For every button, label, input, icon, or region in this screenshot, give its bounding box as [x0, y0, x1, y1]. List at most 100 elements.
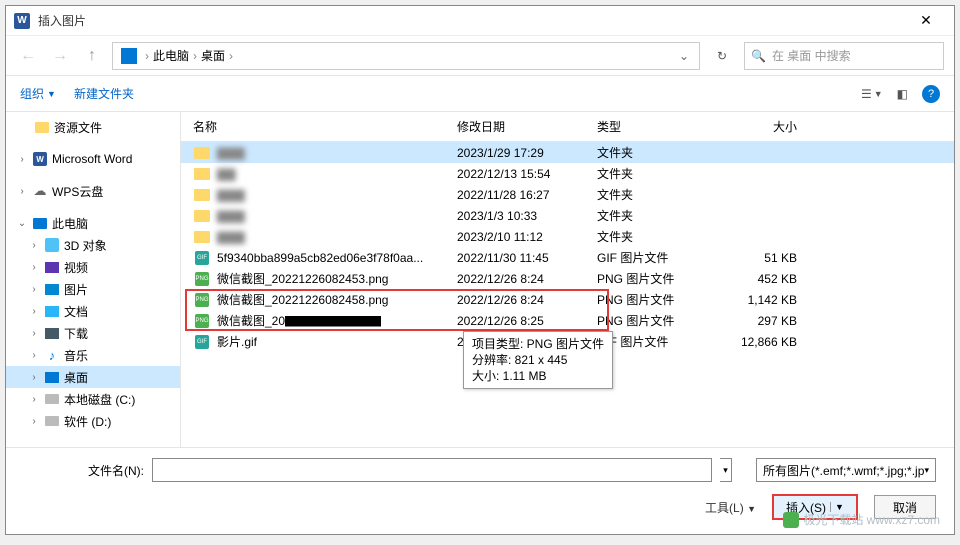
cancel-button[interactable]: 取消	[874, 495, 936, 519]
fld-icon	[193, 207, 211, 225]
sidebar-item-documents[interactable]: ›文档	[6, 300, 180, 322]
breadcrumb[interactable]: › 此电脑 › 桌面 › ⌄	[112, 42, 700, 70]
sidebar-item-3d[interactable]: ›3D 对象	[6, 234, 180, 256]
file-name: ▇▇▇	[217, 146, 245, 160]
file-type: 文件夹	[597, 144, 725, 161]
sidebar-item-wps[interactable]: ›☁WPS云盘	[6, 180, 180, 202]
file-row[interactable]: PNG微信截图_20221226082453.png2022/12/26 8:2…	[181, 268, 954, 289]
filename-input[interactable]	[152, 458, 712, 482]
gif-icon: GIF	[193, 249, 211, 267]
file-type: GIF 图片文件	[597, 249, 725, 266]
tools-button[interactable]: 工具(L) ▼	[705, 499, 756, 516]
file-row[interactable]: PNG微信截图_20▇▇▇▇▇▇▇▇2022/12/26 8:25PNG 图片文…	[181, 310, 954, 331]
search-input[interactable]: 🔍 在 桌面 中搜索	[744, 42, 944, 70]
file-date: 2022/12/13 15:54	[457, 167, 597, 181]
file-size: 12,866 KB	[725, 335, 815, 349]
file-row[interactable]: ▇▇▇2022/11/28 16:27文件夹	[181, 184, 954, 205]
file-type: PNG 图片文件	[597, 270, 725, 287]
preview-button[interactable]: ◧	[897, 87, 908, 101]
file-name: 微信截图_20221226082453.png	[217, 270, 388, 287]
col-name[interactable]: 名称	[193, 118, 457, 135]
file-row[interactable]: GIF5f9340bba899a5cb82ed06e3f78f0aa...202…	[181, 247, 954, 268]
dialog-title: 插入图片	[38, 12, 906, 29]
sidebar: 资源文件 ›WMicrosoft Word ›☁WPS云盘 ⌄此电脑 ›3D 对…	[6, 112, 181, 447]
sidebar-item-pictures[interactable]: ›图片	[6, 278, 180, 300]
file-row[interactable]: PNG微信截图_20221226082458.png2022/12/26 8:2…	[181, 289, 954, 310]
toolbar: 组织▼ 新建文件夹 ☰▼ ◧ ?	[6, 76, 954, 112]
fld-icon	[193, 165, 211, 183]
breadcrumb-dropdown-icon[interactable]: ⌄	[673, 49, 695, 63]
file-size: 51 KB	[725, 251, 815, 265]
chevron-right-icon: ›	[193, 49, 197, 63]
filetype-filter[interactable]: 所有图片(*.emf;*.wmf;*.jpg;*.jp▾	[756, 458, 936, 482]
filename-dropdown-icon[interactable]: ▾	[720, 458, 732, 482]
chevron-right-icon: ›	[145, 49, 149, 63]
gif-icon: GIF	[193, 333, 211, 351]
sidebar-item-video[interactable]: ›视频	[6, 256, 180, 278]
file-name: ▇▇▇	[217, 188, 245, 202]
col-date[interactable]: 修改日期	[457, 118, 597, 135]
preview-icon: ◧	[897, 87, 908, 101]
titlebar: W 插入图片 ✕	[6, 6, 954, 36]
file-name: ▇▇▇	[217, 230, 245, 244]
refresh-button[interactable]: ↻	[708, 42, 736, 70]
word-icon: W	[14, 13, 30, 29]
fld-icon	[193, 144, 211, 162]
new-folder-button[interactable]: 新建文件夹	[74, 85, 134, 102]
breadcrumb-root[interactable]: 此电脑	[153, 47, 189, 64]
filename-label: 文件名(N):	[24, 462, 144, 479]
collapse-icon[interactable]: ⌄	[16, 218, 28, 229]
file-name: 影片.gif	[217, 333, 257, 350]
navbar: ← → ↑ › 此电脑 › 桌面 › ⌄ ↻ 🔍 在 桌面 中搜索	[6, 36, 954, 76]
insert-button[interactable]: 插入(S)▼	[772, 494, 858, 520]
view-mode-button[interactable]: ☰▼	[861, 87, 883, 101]
fld-icon	[193, 186, 211, 204]
sidebar-item-desktop[interactable]: ›桌面	[6, 366, 180, 388]
fld-icon	[193, 228, 211, 246]
file-size: 297 KB	[725, 314, 815, 328]
file-date: 2022/11/28 16:27	[457, 188, 597, 202]
nav-up-icon[interactable]: ↑	[80, 44, 104, 68]
cloud-icon: ☁	[32, 183, 48, 199]
file-name: 微信截图_20▇▇▇▇▇▇▇▇	[217, 312, 381, 329]
sidebar-item-word[interactable]: ›WMicrosoft Word	[6, 148, 180, 170]
sidebar-item-diskc[interactable]: ›本地磁盘 (C:)	[6, 388, 180, 410]
chevron-down-icon: ▼	[747, 504, 756, 514]
tooltip: 项目类型: PNG 图片文件 分辨率: 821 x 445 大小: 1.11 M…	[463, 331, 613, 389]
col-size[interactable]: 大小	[725, 118, 815, 135]
file-name: ▇▇▇	[217, 209, 245, 223]
sidebar-item-music[interactable]: ›♪音乐	[6, 344, 180, 366]
file-date: 2023/2/10 11:12	[457, 230, 597, 244]
breadcrumb-leaf[interactable]: 桌面	[201, 47, 225, 64]
sidebar-item-downloads[interactable]: ›下载	[6, 322, 180, 344]
file-row[interactable]: ▇▇2022/12/13 15:54文件夹	[181, 163, 954, 184]
sidebar-item-thispc[interactable]: ⌄此电脑	[6, 212, 180, 234]
expand-icon[interactable]: ›	[16, 154, 28, 165]
close-button[interactable]: ✕	[906, 7, 946, 35]
file-type: GIF 图片文件	[597, 333, 725, 350]
list-view-icon: ☰	[861, 87, 872, 101]
col-type[interactable]: 类型	[597, 118, 725, 135]
file-row[interactable]: ▇▇▇2023/2/10 11:12文件夹	[181, 226, 954, 247]
file-type: PNG 图片文件	[597, 312, 725, 329]
expand-icon[interactable]: ›	[16, 186, 28, 197]
help-button[interactable]: ?	[922, 85, 940, 103]
file-date: 2023/1/3 10:33	[457, 209, 597, 223]
file-date: 2022/12/26 8:24	[457, 272, 597, 286]
file-size: 1,142 KB	[725, 293, 815, 307]
file-type: 文件夹	[597, 165, 725, 182]
file-row[interactable]: ▇▇▇2023/1/29 17:29文件夹	[181, 142, 954, 163]
file-size: 452 KB	[725, 272, 815, 286]
search-icon: 🔍	[751, 49, 766, 63]
file-row[interactable]: ▇▇▇2023/1/3 10:33文件夹	[181, 205, 954, 226]
insert-dropdown-icon[interactable]: ▼	[830, 502, 844, 512]
music-icon: ♪	[44, 347, 60, 363]
sidebar-item-resources[interactable]: 资源文件	[6, 116, 180, 138]
file-list: 名称 修改日期 类型 大小 ▇▇▇2023/1/29 17:29文件夹▇▇202…	[181, 112, 954, 447]
footer: 文件名(N): ▾ 所有图片(*.emf;*.wmf;*.jpg;*.jp▾ 工…	[6, 447, 954, 534]
search-placeholder: 在 桌面 中搜索	[772, 47, 851, 64]
organize-button[interactable]: 组织▼	[20, 85, 56, 102]
sidebar-item-diskd[interactable]: ›软件 (D:)	[6, 410, 180, 432]
nav-forward-icon[interactable]: →	[48, 44, 72, 68]
nav-back-icon[interactable]: ←	[16, 44, 40, 68]
